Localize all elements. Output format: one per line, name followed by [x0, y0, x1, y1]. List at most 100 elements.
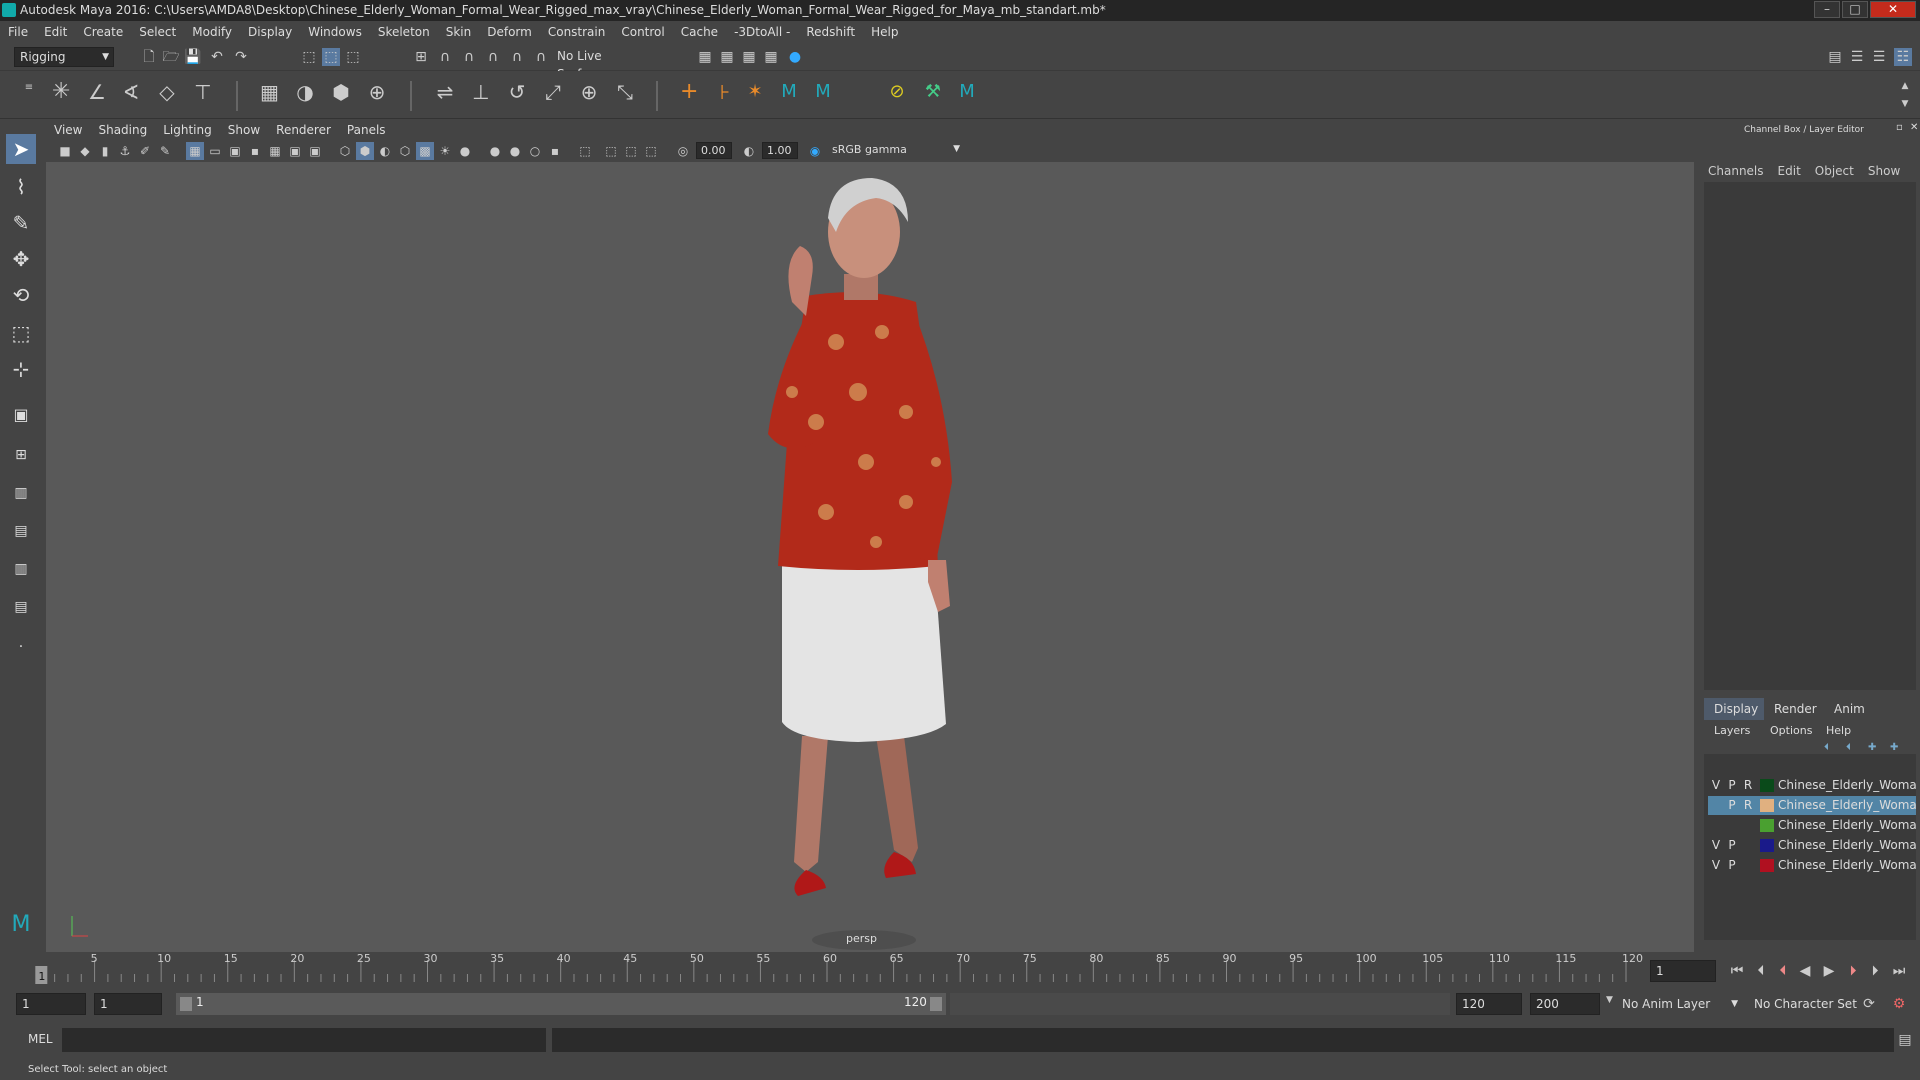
close-button[interactable]: ✕: [1870, 1, 1916, 18]
save-scene-icon[interactable]: 💾: [184, 48, 202, 66]
2d-pan-zoom-icon[interactable]: ✐: [136, 142, 154, 160]
3dtoall-icon-1[interactable]: M: [780, 83, 798, 101]
select-by-hierarchy-icon[interactable]: ⬚: [300, 48, 318, 66]
snap-view-icon[interactable]: ∩: [484, 48, 502, 66]
shelf-options-icon[interactable]: ≡: [20, 79, 38, 97]
animation-end-field[interactable]: 200: [1530, 993, 1600, 1015]
render-frame-icon[interactable]: ▦: [696, 48, 714, 66]
mel-label[interactable]: MEL: [28, 1032, 53, 1046]
motion-blur-icon[interactable]: ●: [506, 142, 524, 160]
channel-menu-item[interactable]: Edit: [1778, 164, 1801, 178]
layer-action-icon[interactable]: ⏴: [1846, 742, 1851, 753]
use-default-material-icon[interactable]: ◐: [376, 142, 394, 160]
smooth-shade-icon[interactable]: ⬢: [356, 142, 374, 160]
float-panel-icon[interactable]: ▫: [1896, 122, 1903, 133]
xray-joints-icon[interactable]: ⬚: [622, 142, 640, 160]
human-ik-icon[interactable]: ✶: [746, 83, 764, 101]
anim-layer-dropdown[interactable]: No Anim Layer ▼: [1622, 993, 1738, 1015]
xray-icon[interactable]: ⬚: [602, 142, 620, 160]
script-editor-icon[interactable]: ▤: [1896, 1031, 1914, 1049]
layer-action-icon[interactable]: ✚: [1890, 742, 1898, 753]
menu-item[interactable]: Skin: [446, 25, 472, 39]
animation-start-field[interactable]: 1: [16, 993, 86, 1015]
menu-item[interactable]: Create: [83, 25, 123, 39]
view-transform-dropdown[interactable]: sRGB gamma ▼: [828, 142, 964, 159]
scale-constraint-icon[interactable]: ⤢: [544, 82, 562, 102]
layer-tab[interactable]: Display: [1714, 702, 1758, 716]
playback-end-field[interactable]: 120: [1456, 993, 1522, 1015]
character-set-dropdown[interactable]: No Character Set: [1754, 993, 1866, 1015]
outliner-layout-icon[interactable]: ▤: [6, 592, 36, 622]
channel-menu-item[interactable]: Object: [1815, 164, 1854, 178]
rotate-tool-icon[interactable]: ⟲: [6, 280, 36, 310]
hypershade-layout-icon[interactable]: ▥: [6, 554, 36, 584]
shelf-scroll-down-icon[interactable]: ▼: [1896, 95, 1914, 113]
layer-action-icon[interactable]: ✚: [1868, 742, 1876, 753]
step-back-key-icon[interactable]: ⏴: [1774, 962, 1792, 980]
layer-row[interactable]: PR Chinese_Elderly_Woman_For: [1708, 796, 1916, 815]
menu-item[interactable]: Edit: [44, 25, 67, 39]
range-slider-end-handle[interactable]: [930, 997, 942, 1011]
camera-select-icon[interactable]: ■: [56, 142, 74, 160]
pole-vector-icon[interactable]: ⤡: [616, 82, 634, 102]
open-scene-icon[interactable]: 🗁: [162, 48, 180, 66]
playback-start-field[interactable]: 1: [94, 993, 162, 1015]
manipulator-tool-icon[interactable]: ⊹: [6, 354, 36, 384]
four-view-layout-icon[interactable]: ⊞: [6, 440, 36, 470]
cluster-icon[interactable]: ⊕: [368, 82, 386, 102]
wireframe-icon[interactable]: ⬡: [336, 142, 354, 160]
single-perspective-layout-icon[interactable]: ▣: [6, 400, 36, 430]
image-plane-icon[interactable]: ⚓: [116, 142, 134, 160]
key-tool-icon[interactable]: ⊘: [888, 83, 906, 101]
persp-graph-layout-icon[interactable]: ▤: [6, 516, 36, 546]
animation-prefs-icon[interactable]: ⚙: [1890, 995, 1908, 1013]
layer-tab[interactable]: Anim: [1834, 702, 1865, 716]
menu-item[interactable]: Select: [139, 25, 176, 39]
create-joints-icon[interactable]: ✳: [52, 81, 70, 103]
snap-surface-icon[interactable]: ∩: [508, 48, 526, 66]
menu-item[interactable]: Redshift: [806, 25, 855, 39]
viewport-menu-item[interactable]: Panels: [347, 123, 386, 137]
ipr-render-icon[interactable]: ▦: [718, 48, 736, 66]
layer-row[interactable]: Chinese_Elderly_Woman_For: [1708, 816, 1916, 835]
menu-item[interactable]: Constrain: [548, 25, 606, 39]
3dtoall-icon-2[interactable]: M: [814, 83, 832, 101]
chevron-down-icon[interactable]: ▼: [1606, 995, 1613, 1005]
camera-attributes-icon[interactable]: ◆: [76, 142, 94, 160]
layer-row[interactable]: VP Chinese_Elderly_Woman_F: [1708, 856, 1916, 875]
snap-point-icon[interactable]: ∩: [460, 48, 478, 66]
menu-item[interactable]: Deform: [487, 25, 532, 39]
layer-menu-item[interactable]: Help: [1826, 724, 1851, 737]
layer-color-swatch[interactable]: [1760, 819, 1774, 832]
menu-item[interactable]: Cache: [681, 25, 718, 39]
gamma-field[interactable]: 1.00: [762, 142, 798, 159]
film-gate-icon[interactable]: ▭: [206, 142, 224, 160]
layer-r-toggle[interactable]: R: [1742, 796, 1754, 815]
orient-joint-icon[interactable]: ⊤: [194, 82, 212, 102]
menu-item[interactable]: Control: [621, 25, 664, 39]
exposure-icon[interactable]: ◎: [674, 142, 692, 160]
layer-tab[interactable]: Render: [1774, 702, 1817, 716]
move-tool-icon[interactable]: ✥: [6, 244, 36, 274]
channel-box-icon[interactable]: ☷: [1894, 48, 1912, 66]
close-panel-icon[interactable]: ✕: [1910, 122, 1918, 133]
channel-menu-item[interactable]: Channels: [1708, 164, 1764, 178]
maximize-button[interactable]: □: [1842, 1, 1868, 18]
isolate-select-icon[interactable]: ⬚: [576, 142, 594, 160]
paint-weights-icon[interactable]: ◑: [296, 82, 314, 102]
joint-locator-icon[interactable]: ⊦: [716, 82, 734, 102]
viewport-menu-item[interactable]: Shading: [98, 123, 147, 137]
lattice-icon[interactable]: ⬢: [332, 82, 350, 102]
mel-input[interactable]: [62, 1028, 546, 1052]
play-forwards-icon[interactable]: ▶: [1820, 962, 1838, 980]
select-by-component-icon[interactable]: ⬚: [344, 48, 362, 66]
time-slider[interactable]: 5 10 15 20 25 30 35 40 45 50 55 60 65 70 75 80 85 90 95 100…: [0, 952, 1920, 988]
redo-icon[interactable]: ↷: [232, 48, 250, 66]
layer-p-toggle[interactable]: P: [1726, 856, 1738, 875]
range-slider-start-handle[interactable]: [180, 997, 192, 1011]
custom-layout-icon[interactable]: ·: [6, 632, 36, 662]
3dtoall-icon-3[interactable]: M: [958, 83, 976, 101]
paint-select-tool-icon[interactable]: ✎: [6, 208, 36, 238]
time-ruler[interactable]: 5 10 15 20 25 30 35 40 45 50 55 60 65 70 75 80 85 90 95 100…: [28, 952, 1658, 988]
render-settings-icon[interactable]: ▦: [740, 48, 758, 66]
